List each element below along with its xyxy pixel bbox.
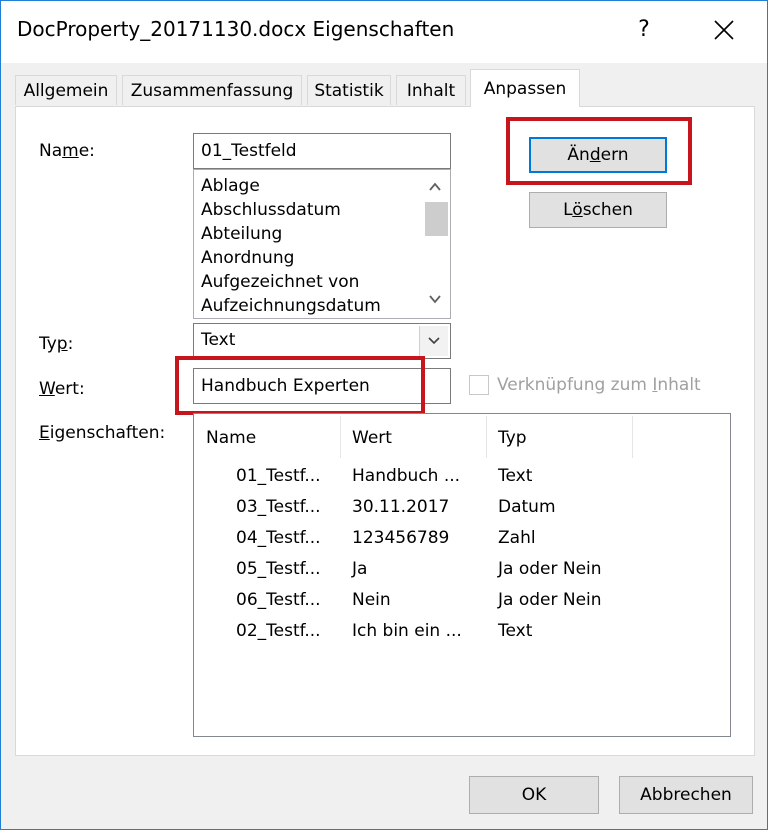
list-item[interactable]: Aufzeichnungsdatum <box>201 296 381 316</box>
help-button[interactable]: ? <box>629 13 659 47</box>
highlight-change-button <box>506 117 692 185</box>
tab-bar: Allgemein Zusammenfassung Statistik Inha… <box>15 69 755 107</box>
properties-label: Eigenschaften: <box>39 423 166 443</box>
cancel-button[interactable]: Abbrechen <box>619 776 753 814</box>
row-name[interactable]: 01_Testf... <box>236 466 321 486</box>
tab-allgemein[interactable]: Allgemein <box>15 75 117 105</box>
tab-statistik[interactable]: Statistik <box>307 75 391 105</box>
column-header-value[interactable]: Wert <box>352 428 392 448</box>
delete-button[interactable]: Löschen <box>529 192 667 228</box>
properties-list[interactable]: Name Wert Typ 01_Testf... Handbuch ... T… <box>193 413 731 737</box>
type-select[interactable]: Text <box>193 323 451 359</box>
row-type: Text <box>498 466 533 486</box>
row-name[interactable]: 05_Testf... <box>236 559 321 579</box>
type-dropdown-button[interactable] <box>419 326 448 356</box>
list-item[interactable]: Anordnung <box>201 248 294 268</box>
title-bar: DocProperty_20171130.docx Eigenschaften … <box>1 1 767 63</box>
scroll-down-icon[interactable] <box>426 290 444 308</box>
row-value: Ich bin ein ... <box>352 621 462 641</box>
row-type: Datum <box>498 497 556 517</box>
row-type: Ja oder Nein <box>498 559 602 579</box>
link-to-content-checkbox[interactable] <box>469 375 489 395</box>
row-name[interactable]: 02_Testf... <box>236 621 321 641</box>
column-divider[interactable] <box>632 416 633 458</box>
column-divider[interactable] <box>486 416 487 458</box>
properties-dialog: DocProperty_20171130.docx Eigenschaften … <box>0 0 768 830</box>
name-field[interactable]: 01_Testfeld <box>193 133 451 169</box>
chevron-down-icon <box>428 337 440 345</box>
highlight-value-field <box>175 356 425 415</box>
list-item[interactable]: Abschlussdatum <box>201 200 341 220</box>
close-button[interactable] <box>701 13 747 47</box>
name-label: Name: <box>39 141 95 161</box>
column-divider[interactable] <box>340 416 341 458</box>
tab-zusammenfassung[interactable]: Zusammenfassung <box>122 75 302 105</box>
row-name[interactable]: 03_Testf... <box>236 497 321 517</box>
row-type: Text <box>498 621 533 641</box>
scroll-up-icon[interactable] <box>426 178 444 196</box>
list-item[interactable]: Ablage <box>201 176 260 196</box>
list-item[interactable]: Abteilung <box>201 224 282 244</box>
row-value: Ja <box>352 559 368 579</box>
row-value: 30.11.2017 <box>352 497 450 517</box>
close-icon <box>714 20 734 40</box>
row-type: Zahl <box>498 528 536 548</box>
tab-anpassen[interactable]: Anpassen <box>470 69 580 107</box>
row-type: Ja oder Nein <box>498 590 602 610</box>
row-value: 123456789 <box>352 528 450 548</box>
column-header-name[interactable]: Name <box>206 428 256 448</box>
row-name[interactable]: 04_Testf... <box>236 528 321 548</box>
window-title: DocProperty_20171130.docx Eigenschaften <box>17 17 455 41</box>
link-to-content-label: Verknüpfung zum Inhalt <box>497 375 701 395</box>
column-header-type[interactable]: Typ <box>498 428 527 448</box>
scrollbar-thumb[interactable] <box>425 202 448 236</box>
list-item[interactable]: Aufgezeichnet von <box>201 272 359 292</box>
ok-button[interactable]: OK <box>469 776 599 814</box>
row-name[interactable]: 06_Testf... <box>236 590 321 610</box>
row-value: Nein <box>352 590 391 610</box>
list-scrollbar[interactable] <box>420 170 450 318</box>
row-value: Handbuch ... <box>352 466 461 486</box>
type-select-value: Text <box>201 330 236 350</box>
type-label: Typ: <box>39 334 74 354</box>
name-suggestion-list[interactable]: Ablage Abschlussdatum Abteilung Anordnun… <box>193 169 451 319</box>
tab-inhalt[interactable]: Inhalt <box>396 75 466 105</box>
value-label: Wert: <box>39 379 85 399</box>
